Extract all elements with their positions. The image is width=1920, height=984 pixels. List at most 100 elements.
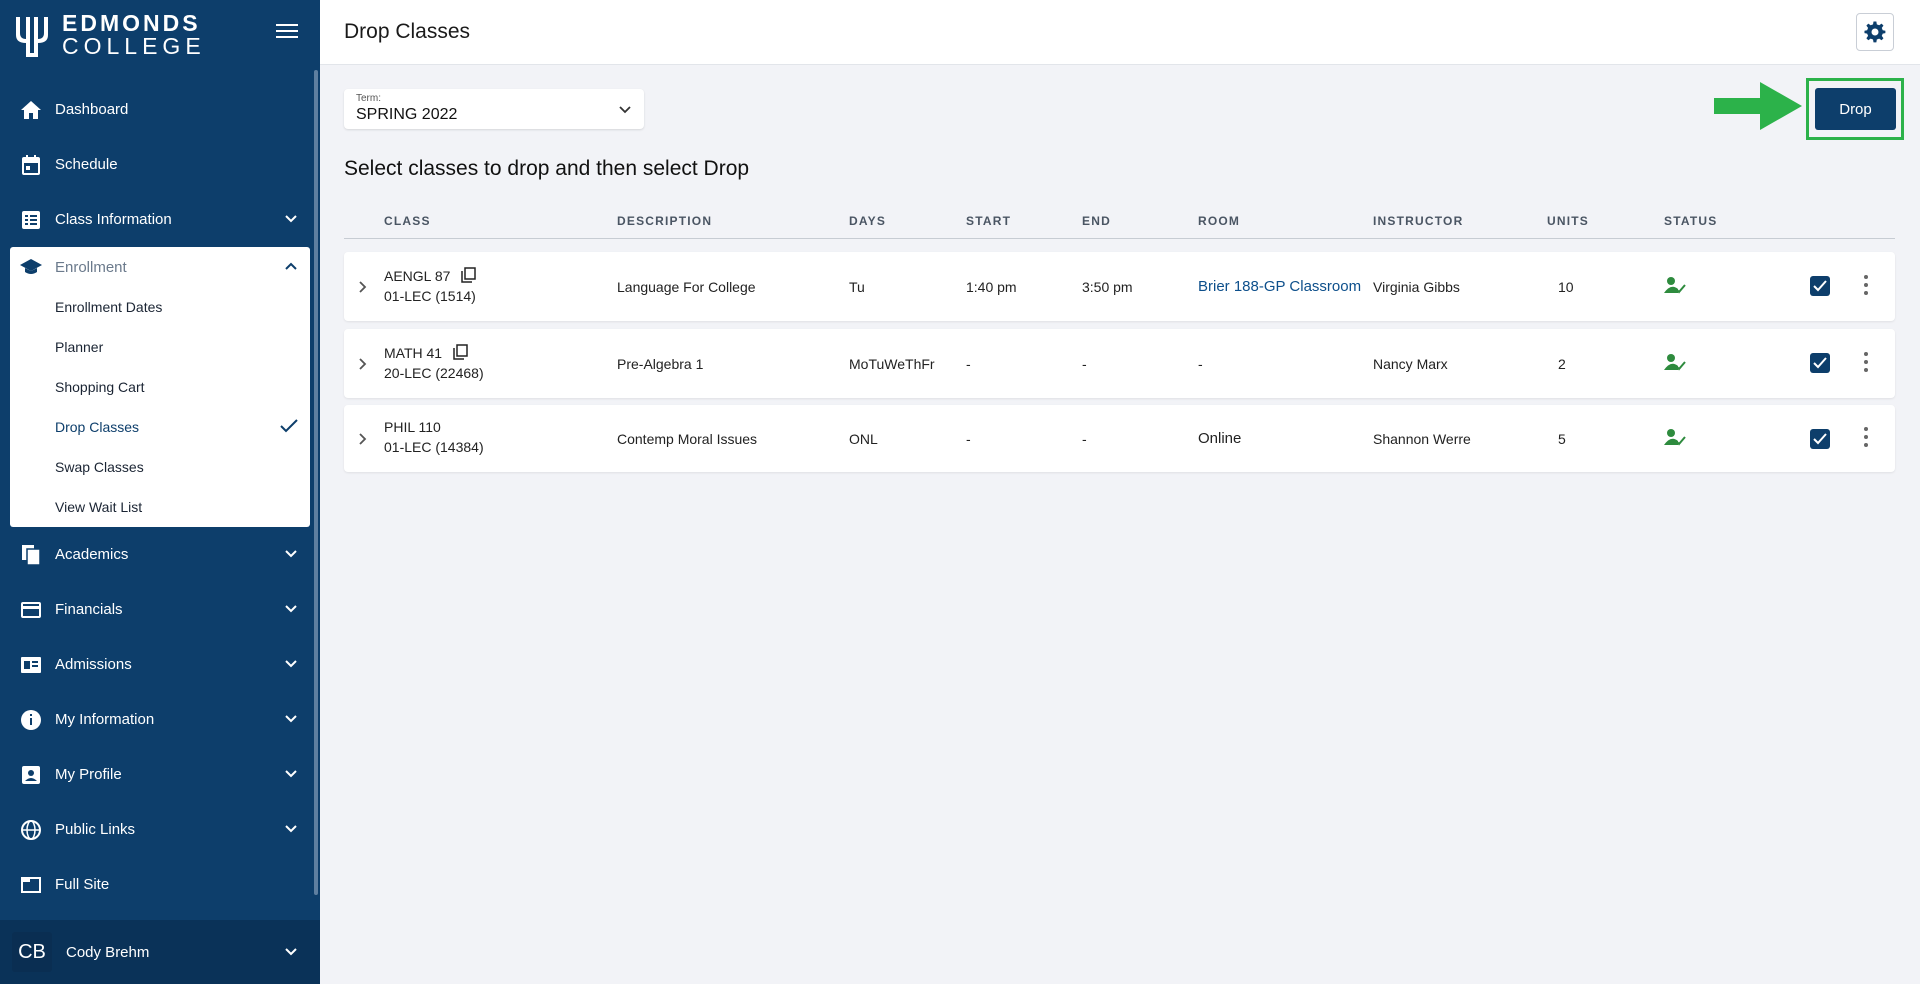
chevron-right-icon[interactable] bbox=[356, 357, 370, 371]
sidebar-item-enrollment[interactable]: Enrollment bbox=[10, 247, 310, 287]
sidebar-subitem-enrollment-dates[interactable]: Enrollment Dates bbox=[10, 287, 310, 327]
column-header-units: UNITS bbox=[1547, 214, 1589, 228]
chevron-down-icon bbox=[619, 106, 631, 114]
term-select[interactable]: Term: SPRING 2022 bbox=[344, 89, 644, 129]
drop-checkbox[interactable] bbox=[1810, 353, 1830, 373]
sidebar-subitem-view-wait-list[interactable]: View Wait List bbox=[10, 487, 310, 527]
sidebar-item-label: Class Information bbox=[55, 211, 172, 228]
sidebar-item-label: My Profile bbox=[55, 766, 122, 783]
menu-icon[interactable] bbox=[276, 24, 298, 40]
enrollment-label: Enrollment bbox=[55, 258, 127, 276]
sidebar-item-schedule[interactable]: Schedule bbox=[0, 137, 320, 192]
column-header-status: STATUS bbox=[1664, 214, 1718, 228]
table-row[interactable]: AENGL 87 01-LEC (1514) Language For Coll… bbox=[344, 252, 1895, 321]
sidebar: EDMONDS COLLEGE Dashboard Schedule Class… bbox=[0, 0, 320, 984]
sidebar-item-label: Academics bbox=[55, 546, 129, 563]
class-room: Online bbox=[1198, 430, 1242, 447]
user-name: Cody Brehm bbox=[66, 943, 150, 961]
avatar: CB bbox=[12, 932, 52, 972]
checkmark-icon bbox=[1813, 433, 1827, 445]
graduation-cap-icon bbox=[20, 258, 42, 276]
credit-card-icon bbox=[20, 599, 42, 621]
term-label: Term: bbox=[356, 93, 381, 104]
sidebar-item-academics[interactable]: Academics bbox=[0, 527, 320, 582]
chevron-down-icon bbox=[285, 825, 297, 833]
class-units: 2 bbox=[1558, 356, 1566, 372]
column-header-instructor: INSTRUCTOR bbox=[1373, 214, 1464, 228]
sidebar-item-financials[interactable]: Financials bbox=[0, 582, 320, 637]
chevron-up-icon bbox=[285, 262, 297, 270]
class-code: PHIL 110 bbox=[384, 419, 441, 435]
table-row[interactable]: MATH 41 20-LEC (22468) Pre-Algebra 1 MoT… bbox=[344, 329, 1895, 398]
more-vert-icon[interactable] bbox=[1863, 352, 1869, 374]
sidebar-item-dashboard[interactable]: Dashboard bbox=[0, 82, 320, 137]
sidebar-item-full-site[interactable]: Full Site bbox=[0, 857, 320, 912]
sidebar-subitem-shopping-cart[interactable]: Shopping Cart bbox=[10, 367, 310, 407]
sidebar-item-label: Public Links bbox=[55, 821, 136, 838]
class-instructor: Nancy Marx bbox=[1373, 356, 1448, 372]
column-header-class: CLASS bbox=[384, 214, 431, 228]
sidebar-subitem-swap-classes[interactable]: Swap Classes bbox=[10, 447, 310, 487]
enrolled-status-icon bbox=[1664, 429, 1686, 446]
column-header-description: DESCRIPTION bbox=[617, 214, 713, 228]
class-description: Pre-Algebra 1 bbox=[617, 356, 704, 372]
sidebar-item-label: My Information bbox=[55, 711, 155, 728]
brand-name-line2: COLLEGE bbox=[62, 33, 206, 59]
column-header-end: END bbox=[1082, 214, 1111, 228]
sidebar-item-admissions[interactable]: Admissions bbox=[0, 637, 320, 692]
instructions-text: Select classes to drop and then select D… bbox=[344, 157, 750, 180]
class-description: Contemp Moral Issues bbox=[617, 431, 758, 447]
sidebar-subitem-drop-classes[interactable]: Drop Classes bbox=[10, 407, 310, 447]
chevron-down-icon bbox=[285, 948, 297, 956]
more-vert-icon[interactable] bbox=[1863, 275, 1869, 297]
profile-icon bbox=[20, 764, 42, 786]
checkmark-icon bbox=[1813, 280, 1827, 292]
class-instructor: Shannon Werre bbox=[1373, 431, 1471, 447]
page-header: Drop Classes bbox=[320, 0, 1920, 65]
chevron-down-icon bbox=[285, 215, 297, 223]
chevron-right-icon[interactable] bbox=[356, 432, 370, 446]
sidebar-scrollbar[interactable] bbox=[314, 70, 318, 895]
sidebar-item-label: Admissions bbox=[55, 656, 132, 673]
class-days: Tu bbox=[849, 279, 865, 295]
copy-icon[interactable] bbox=[452, 344, 468, 360]
globe-icon bbox=[20, 819, 42, 841]
drop-button[interactable]: Drop bbox=[1815, 88, 1896, 130]
sidebar-subitem-planner[interactable]: Planner bbox=[10, 327, 310, 367]
class-section: 20-LEC (22468) bbox=[384, 365, 484, 381]
class-code: MATH 41 bbox=[384, 345, 443, 361]
class-end: - bbox=[1082, 356, 1087, 372]
class-room-link[interactable]: Brier 188-GP Classroom bbox=[1198, 278, 1361, 295]
arrow-right-icon bbox=[1714, 82, 1802, 130]
copy-icon[interactable] bbox=[460, 267, 477, 283]
document-icon bbox=[20, 544, 42, 566]
class-end: - bbox=[1082, 431, 1087, 447]
more-vert-icon[interactable] bbox=[1863, 427, 1869, 449]
sidebar-subitem-label: Drop Classes bbox=[55, 419, 140, 435]
class-section: 01-LEC (14384) bbox=[384, 439, 484, 455]
gear-icon bbox=[1864, 21, 1886, 43]
sidebar-item-class-information[interactable]: Class Information bbox=[0, 192, 320, 247]
sidebar-item-my-information[interactable]: My Information bbox=[0, 692, 320, 747]
class-instructor: Virginia Gibbs bbox=[1373, 279, 1460, 295]
term-value: SPRING 2022 bbox=[356, 106, 458, 123]
drop-checkbox[interactable] bbox=[1810, 429, 1830, 449]
brand[interactable]: EDMONDS COLLEGE bbox=[0, 0, 320, 70]
window-icon bbox=[20, 874, 42, 896]
settings-button[interactable] bbox=[1856, 13, 1894, 51]
class-section: 01-LEC (1514) bbox=[384, 288, 476, 304]
sidebar-item-label: Financials bbox=[55, 601, 123, 618]
class-units: 5 bbox=[1558, 431, 1566, 447]
chevron-right-icon[interactable] bbox=[356, 280, 370, 294]
calendar-icon bbox=[20, 154, 42, 176]
sidebar-item-my-profile[interactable]: My Profile bbox=[0, 747, 320, 802]
class-start: 1:40 pm bbox=[966, 279, 1017, 295]
sidebar-item-public-links[interactable]: Public Links bbox=[0, 802, 320, 857]
class-start: - bbox=[966, 431, 971, 447]
user-menu[interactable]: CB Cody Brehm bbox=[0, 920, 320, 984]
id-card-icon bbox=[20, 654, 42, 676]
class-room: - bbox=[1198, 356, 1203, 372]
drop-checkbox[interactable] bbox=[1810, 276, 1830, 296]
class-start: - bbox=[966, 356, 971, 372]
table-row[interactable]: PHIL 110 01-LEC (14384) Contemp Moral Is… bbox=[344, 405, 1895, 472]
